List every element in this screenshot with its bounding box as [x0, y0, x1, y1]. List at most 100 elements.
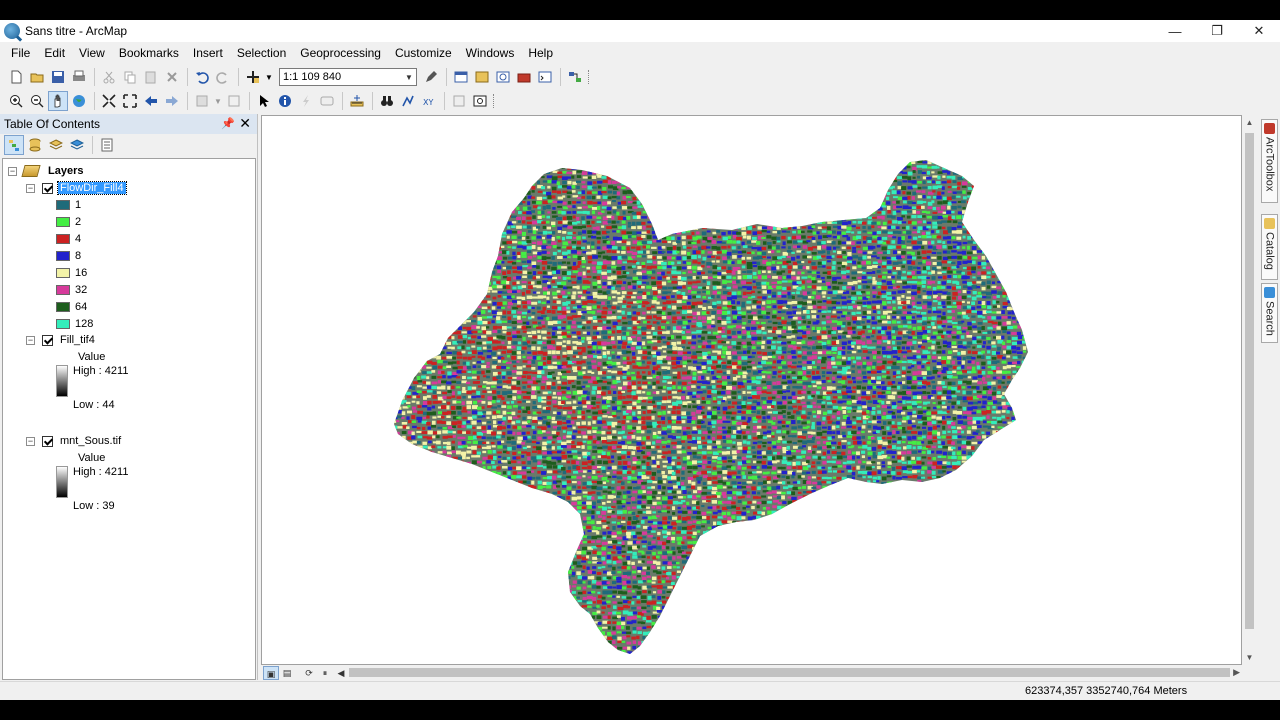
- select-elements-button[interactable]: [254, 91, 274, 111]
- search-window-button[interactable]: [493, 67, 513, 87]
- select-dropdown[interactable]: ▼: [213, 91, 223, 111]
- data-view-button[interactable]: ▣: [263, 665, 279, 680]
- save-button[interactable]: [48, 67, 68, 87]
- list-by-selection-button[interactable]: [67, 135, 87, 155]
- layer-flowdir-fill4[interactable]: − FlowDir_Fill4: [26, 180, 127, 196]
- horizontal-scroll-thumb[interactable]: [349, 668, 1230, 677]
- data-frame-icon: [21, 165, 41, 177]
- map-vertical-scrollbar[interactable]: ▲ ▼: [1242, 115, 1257, 665]
- editor-toolbar-button[interactable]: [421, 67, 441, 87]
- menu-insert[interactable]: Insert: [186, 42, 230, 64]
- print-button[interactable]: [69, 67, 89, 87]
- identify-button[interactable]: [275, 91, 295, 111]
- restore-button[interactable]: ❐: [1196, 20, 1238, 42]
- measure-button[interactable]: [347, 91, 367, 111]
- menu-windows[interactable]: Windows: [459, 42, 522, 64]
- find-button[interactable]: [377, 91, 397, 111]
- layer-visibility-checkbox[interactable]: [42, 334, 53, 346]
- scroll-down-icon[interactable]: ▼: [1242, 650, 1257, 665]
- catalog-tab[interactable]: Catalog: [1261, 214, 1278, 280]
- zoom-out-button[interactable]: [27, 91, 47, 111]
- goto-xy-button[interactable]: XY: [419, 91, 439, 111]
- close-window-button[interactable]: ✕: [1238, 20, 1280, 42]
- scroll-left-icon[interactable]: ◀: [333, 666, 349, 680]
- menu-edit[interactable]: Edit: [37, 42, 72, 64]
- layer-name[interactable]: FlowDir_Fill4: [57, 181, 127, 195]
- add-data-button[interactable]: [243, 67, 263, 87]
- fixed-zoom-in-button[interactable]: [99, 91, 119, 111]
- map-scale-combo[interactable]: 1:1 109 840 ▼: [279, 68, 417, 86]
- select-features-button[interactable]: [192, 91, 212, 111]
- new-button[interactable]: [6, 67, 26, 87]
- close-icon[interactable]: ✕: [239, 115, 251, 132]
- layout-view-button[interactable]: ▤: [279, 666, 295, 680]
- undo-button[interactable]: [192, 67, 212, 87]
- menu-view[interactable]: View: [72, 42, 112, 64]
- model-builder-button[interactable]: [565, 67, 585, 87]
- toolbar-grip[interactable]: [493, 94, 499, 108]
- toc-window-button[interactable]: [451, 67, 471, 87]
- status-bar: 623374,357 3352740,764 Meters: [0, 681, 1280, 700]
- pause-drawing-icon[interactable]: ⏸: [317, 666, 333, 680]
- pin-icon[interactable]: 📌: [221, 117, 235, 130]
- list-by-source-button[interactable]: [25, 135, 45, 155]
- map-display[interactable]: [261, 115, 1242, 665]
- menu-selection[interactable]: Selection: [230, 42, 293, 64]
- menu-geoprocessing[interactable]: Geoprocessing: [293, 42, 388, 64]
- menu-customize[interactable]: Customize: [388, 42, 459, 64]
- create-viewer-button[interactable]: [470, 91, 490, 111]
- catalog-window-button[interactable]: [472, 67, 492, 87]
- hyperlink-button[interactable]: [296, 91, 316, 111]
- python-window-button[interactable]: [535, 67, 555, 87]
- time-slider-button[interactable]: [449, 91, 469, 111]
- fixed-zoom-out-button[interactable]: [120, 91, 140, 111]
- layer-fill-tif4[interactable]: − Fill_tif4: [26, 332, 97, 348]
- find-route-button[interactable]: [398, 91, 418, 111]
- collapse-icon[interactable]: −: [26, 183, 35, 193]
- list-by-drawing-order-button[interactable]: [4, 135, 24, 155]
- go-back-button[interactable]: [141, 91, 161, 111]
- layers-root[interactable]: − Layers: [8, 163, 85, 179]
- copy-button[interactable]: [120, 67, 140, 87]
- search-tab[interactable]: Search: [1261, 283, 1278, 343]
- toc-header: Table Of Contents 📌 ✕: [0, 114, 257, 134]
- arctoolbox-tab[interactable]: ArcToolbox: [1261, 119, 1278, 203]
- legend-stretch-ramp: [56, 365, 68, 397]
- scroll-right-icon[interactable]: ▶: [1233, 665, 1240, 680]
- arctoolbox-button[interactable]: [514, 67, 534, 87]
- delete-button[interactable]: [162, 67, 182, 87]
- toc-options-button[interactable]: [97, 135, 117, 155]
- menu-file[interactable]: File: [4, 42, 37, 64]
- legend-swatch: [56, 319, 70, 329]
- tools-toolbar: ▼ XY: [0, 89, 600, 113]
- collapse-icon[interactable]: −: [26, 436, 35, 446]
- scroll-up-icon[interactable]: ▲: [1242, 115, 1257, 130]
- html-popup-button[interactable]: [317, 91, 337, 111]
- go-forward-button[interactable]: [162, 91, 182, 111]
- open-button[interactable]: [27, 67, 47, 87]
- collapse-icon[interactable]: −: [8, 166, 17, 176]
- full-extent-button[interactable]: [69, 91, 89, 111]
- clear-selection-button[interactable]: [224, 91, 244, 111]
- zoom-in-button[interactable]: [6, 91, 26, 111]
- redo-button[interactable]: [213, 67, 233, 87]
- layer-name[interactable]: Fill_tif4: [58, 334, 97, 346]
- chevron-down-icon[interactable]: ▼: [402, 69, 416, 85]
- pan-button[interactable]: [48, 91, 68, 111]
- drawing-order-icon: [9, 140, 19, 151]
- menu-help[interactable]: Help: [521, 42, 560, 64]
- toolbar-grip[interactable]: [588, 70, 594, 84]
- refresh-icon[interactable]: ⟳: [301, 666, 317, 680]
- minimize-button[interactable]: —: [1154, 20, 1196, 42]
- paste-button[interactable]: [141, 67, 161, 87]
- menu-bookmarks[interactable]: Bookmarks: [112, 42, 186, 64]
- add-data-dropdown[interactable]: ▼: [264, 67, 274, 87]
- layer-visibility-checkbox[interactable]: [42, 182, 53, 194]
- cut-button[interactable]: [99, 67, 119, 87]
- layer-visibility-checkbox[interactable]: [42, 435, 53, 447]
- collapse-icon[interactable]: −: [26, 335, 35, 345]
- layer-mnt-sous[interactable]: − mnt_Sous.tif: [26, 433, 123, 449]
- list-by-visibility-button[interactable]: [46, 135, 66, 155]
- scroll-thumb[interactable]: [1245, 133, 1254, 629]
- layer-name[interactable]: mnt_Sous.tif: [58, 435, 123, 447]
